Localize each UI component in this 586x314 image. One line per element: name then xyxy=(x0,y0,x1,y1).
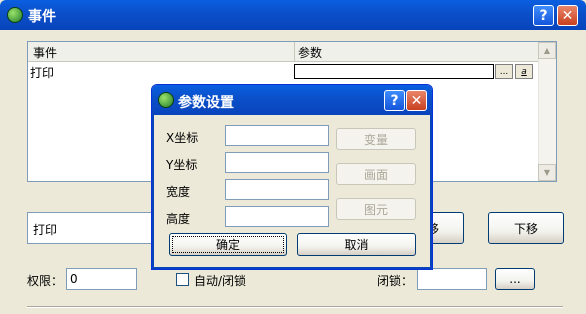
lock-label: 闭锁： xyxy=(377,274,414,288)
param-cell-input[interactable] xyxy=(294,64,494,79)
column-header-param: 参数 xyxy=(298,46,323,60)
auto-lock-label: 自动/闭锁 xyxy=(194,274,247,288)
lock-input[interactable] xyxy=(417,268,487,290)
permission-label: 权限： xyxy=(27,274,64,288)
variable-button[interactable]: 变量 xyxy=(336,128,416,150)
question-icon: ? xyxy=(390,92,399,109)
column-header-event: 事件 xyxy=(33,46,58,60)
column-separator xyxy=(294,42,295,62)
dialog-app-icon xyxy=(158,92,174,108)
dialog-close-button[interactable]: ✕ xyxy=(406,90,427,111)
permission-value: 0 xyxy=(70,272,78,286)
height-label: 高度 xyxy=(166,212,191,226)
lock-browse-button[interactable]: ... xyxy=(495,268,535,290)
element-button[interactable]: 图元 xyxy=(336,198,416,220)
cancel-button[interactable]: 取消 xyxy=(297,233,416,256)
dialog-help-button[interactable]: ? xyxy=(384,90,405,111)
height-input[interactable] xyxy=(225,206,329,227)
y-coordinate-label: Y坐标 xyxy=(166,158,198,172)
param-a-button[interactable]: a xyxy=(515,64,533,79)
ok-button[interactable]: 确定 xyxy=(169,233,287,256)
help-button[interactable]: ? xyxy=(533,5,554,26)
arrow-down-icon: ▼ xyxy=(543,168,551,177)
move-down-button[interactable]: 下移 xyxy=(488,212,564,244)
param-ellipsis-button[interactable]: ... xyxy=(495,64,513,79)
app-icon xyxy=(7,7,23,23)
title-bar xyxy=(0,0,586,30)
event-name-value: 打印 xyxy=(33,223,58,237)
window-title: 事件 xyxy=(28,9,56,25)
width-label: 宽度 xyxy=(166,185,191,199)
x-coordinate-input[interactable] xyxy=(225,125,329,146)
width-input[interactable] xyxy=(225,179,329,200)
screen-button[interactable]: 画面 xyxy=(336,163,416,185)
y-coordinate-input[interactable] xyxy=(225,152,329,173)
dialog-title: 参数设置 xyxy=(178,95,234,111)
parameter-dialog: 参数设置 ? ✕ X坐标 变量 Y坐标 画面 宽度 图元 高度 确定 取消 xyxy=(151,84,433,270)
close-button[interactable]: ✕ xyxy=(557,5,578,26)
separator-line xyxy=(27,306,563,308)
scroll-down-button[interactable]: ▼ xyxy=(538,164,556,181)
scroll-up-button[interactable]: ▲ xyxy=(538,42,556,59)
close-icon: ✕ xyxy=(410,92,423,109)
x-coordinate-label: X坐标 xyxy=(166,131,199,145)
table-header xyxy=(28,42,538,62)
vertical-scrollbar[interactable] xyxy=(538,42,556,181)
table-row-event-cell[interactable]: 打印 xyxy=(30,64,54,81)
auto-lock-checkbox[interactable] xyxy=(176,273,189,286)
arrow-up-icon: ▲ xyxy=(543,46,551,55)
close-icon: ✕ xyxy=(561,7,574,24)
question-icon: ? xyxy=(539,7,548,24)
